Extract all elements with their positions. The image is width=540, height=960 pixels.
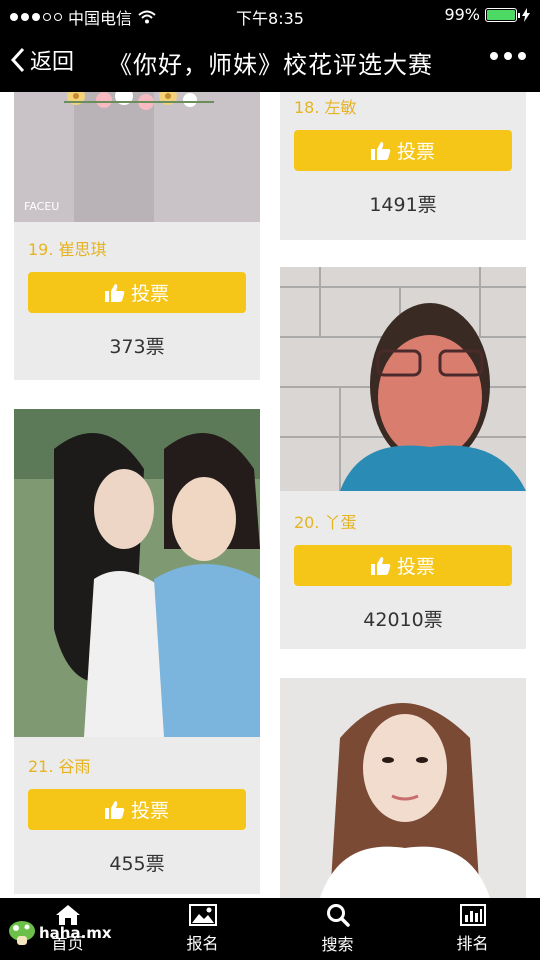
thumbs-up-icon xyxy=(370,141,391,160)
vote-label: 投票 xyxy=(130,283,169,305)
contestant-card: 18. 左敏 投票 1491票 xyxy=(280,92,526,240)
vote-count: 373票 xyxy=(109,336,165,358)
contestant-name: 19. 崔思琪 xyxy=(28,240,107,259)
tab-signup[interactable]: 报名 xyxy=(135,898,270,960)
battery-icon xyxy=(485,7,520,22)
contestant-name: 21. 谷雨 xyxy=(28,757,91,776)
site-watermark: haha.mx xyxy=(8,920,112,946)
contestant-card xyxy=(280,678,526,898)
back-label: 返回 xyxy=(30,50,75,75)
vote-label: 投票 xyxy=(396,556,435,578)
bar-chart-icon xyxy=(459,904,486,926)
contestant-card: 21. 谷雨 投票 455票 xyxy=(14,409,260,894)
charging-icon xyxy=(522,7,530,22)
contestant-name: 20. 丫蛋 xyxy=(294,513,357,532)
thumbs-up-icon xyxy=(370,556,391,575)
contestant-photo[interactable]: FACEU xyxy=(14,92,260,222)
status-bar: 中国电信 下午8:35 99% xyxy=(0,0,540,30)
contestant-list: FACEU 19. 崔思琪 投票 373票 18. 左敏 投票 1491票 20… xyxy=(0,92,540,898)
vote-button[interactable]: 投票 xyxy=(294,130,512,171)
contestant-card: FACEU 19. 崔思琪 投票 373票 xyxy=(14,92,260,380)
contestant-card: 20. 丫蛋 投票 42010票 xyxy=(280,267,526,649)
vote-count: 455票 xyxy=(109,853,165,875)
tab-label: 排名 xyxy=(456,934,489,953)
vote-button[interactable]: 投票 xyxy=(294,545,512,586)
vote-label: 投票 xyxy=(396,141,435,163)
vote-count: 1491票 xyxy=(369,194,437,216)
search-icon xyxy=(326,904,350,927)
tab-search[interactable]: 搜索 xyxy=(270,898,405,960)
chevron-left-icon xyxy=(10,47,25,73)
contestant-photo[interactable] xyxy=(14,409,260,737)
watermark-text: haha.mx xyxy=(39,924,112,942)
vote-button[interactable]: 投票 xyxy=(28,789,246,830)
tab-label: 搜索 xyxy=(321,935,354,954)
page-title: 《你好，师妹》校花评选大赛 xyxy=(108,51,433,79)
tab-ranking[interactable]: 排名 xyxy=(405,898,540,960)
contestant-photo[interactable] xyxy=(280,678,526,898)
photo-watermark: FACEU xyxy=(24,200,59,213)
more-button[interactable] xyxy=(490,52,526,60)
tab-label: 报名 xyxy=(186,934,219,953)
image-icon xyxy=(188,904,217,926)
battery-percent: 99% xyxy=(444,5,480,24)
vote-count: 42010票 xyxy=(363,609,443,631)
vote-label: 投票 xyxy=(130,800,169,822)
mushroom-logo-icon xyxy=(9,921,35,945)
nav-bar: 返回 《你好，师妹》校花评选大赛 xyxy=(0,30,540,92)
thumbs-up-icon xyxy=(104,283,125,302)
vote-button[interactable]: 投票 xyxy=(28,272,246,313)
back-button[interactable]: 返回 xyxy=(10,44,74,76)
thumbs-up-icon xyxy=(104,800,125,819)
contestant-name: 18. 左敏 xyxy=(294,98,357,117)
contestant-photo[interactable] xyxy=(280,267,526,491)
